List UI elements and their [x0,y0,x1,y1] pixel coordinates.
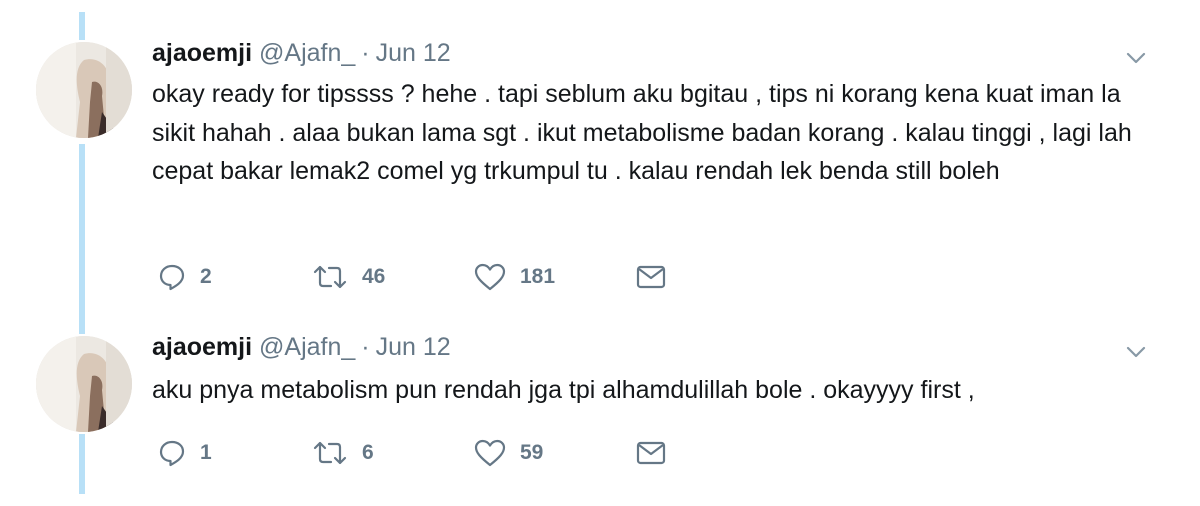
tweet-header: ajaoemji @Ajafn_ · Jun 12 [152,38,451,68]
reply-count: 1 [200,441,212,464]
message-button[interactable] [636,433,666,473]
reply-count: 2 [200,265,212,288]
chevron-down-icon[interactable] [1124,46,1148,70]
avatar[interactable] [36,336,132,432]
display-name[interactable]: ajaoemji [152,333,252,361]
like-count: 59 [520,441,544,464]
message-icon [636,440,666,466]
reply-icon [158,439,186,467]
reply-button[interactable]: 1 [158,433,212,473]
tweet-text: aku pnya metabolism pun rendah jga tpi a… [152,376,975,404]
reply-button[interactable]: 2 [158,257,212,297]
tweet-header: ajaoemji @Ajafn_ · Jun 12 [152,332,451,362]
retweet-icon [312,439,348,467]
avatar-image [36,336,132,432]
retweet-button[interactable]: 46 [312,257,385,297]
tweet-text: okay ready for tipssss ? hehe . tapi seb… [152,80,1139,185]
like-icon [474,439,506,467]
message-button[interactable] [636,257,666,297]
separator-dot: · [361,39,370,67]
message-icon [636,264,666,290]
tweet[interactable]: ajaoemji @Ajafn_ · Jun 12 aku pnya metabol… [0,310,1200,506]
tweet-date[interactable]: Jun 12 [376,333,451,361]
avatar[interactable] [36,42,132,138]
user-handle[interactable]: @Ajafn_ [259,39,355,67]
user-handle[interactable]: @Ajafn_ [259,333,355,361]
like-button[interactable]: 181 [474,257,555,297]
reply-icon [158,263,186,291]
like-icon [474,263,506,291]
chevron-down-icon[interactable] [1124,340,1148,364]
retweet-count: 46 [362,265,386,288]
avatar-image [36,42,132,138]
display-name[interactable]: ajaoemji [152,39,252,67]
like-button[interactable]: 59 [474,433,543,473]
retweet-button[interactable]: 6 [312,433,374,473]
retweet-icon [312,263,348,291]
retweet-count: 6 [362,441,374,464]
like-count: 181 [520,265,556,288]
separator-dot: · [361,333,370,361]
tweet[interactable]: ajaoemji @Ajafn_ · Jun 12 okay ready for t… [0,0,1200,310]
tweet-date[interactable]: Jun 12 [376,39,451,67]
